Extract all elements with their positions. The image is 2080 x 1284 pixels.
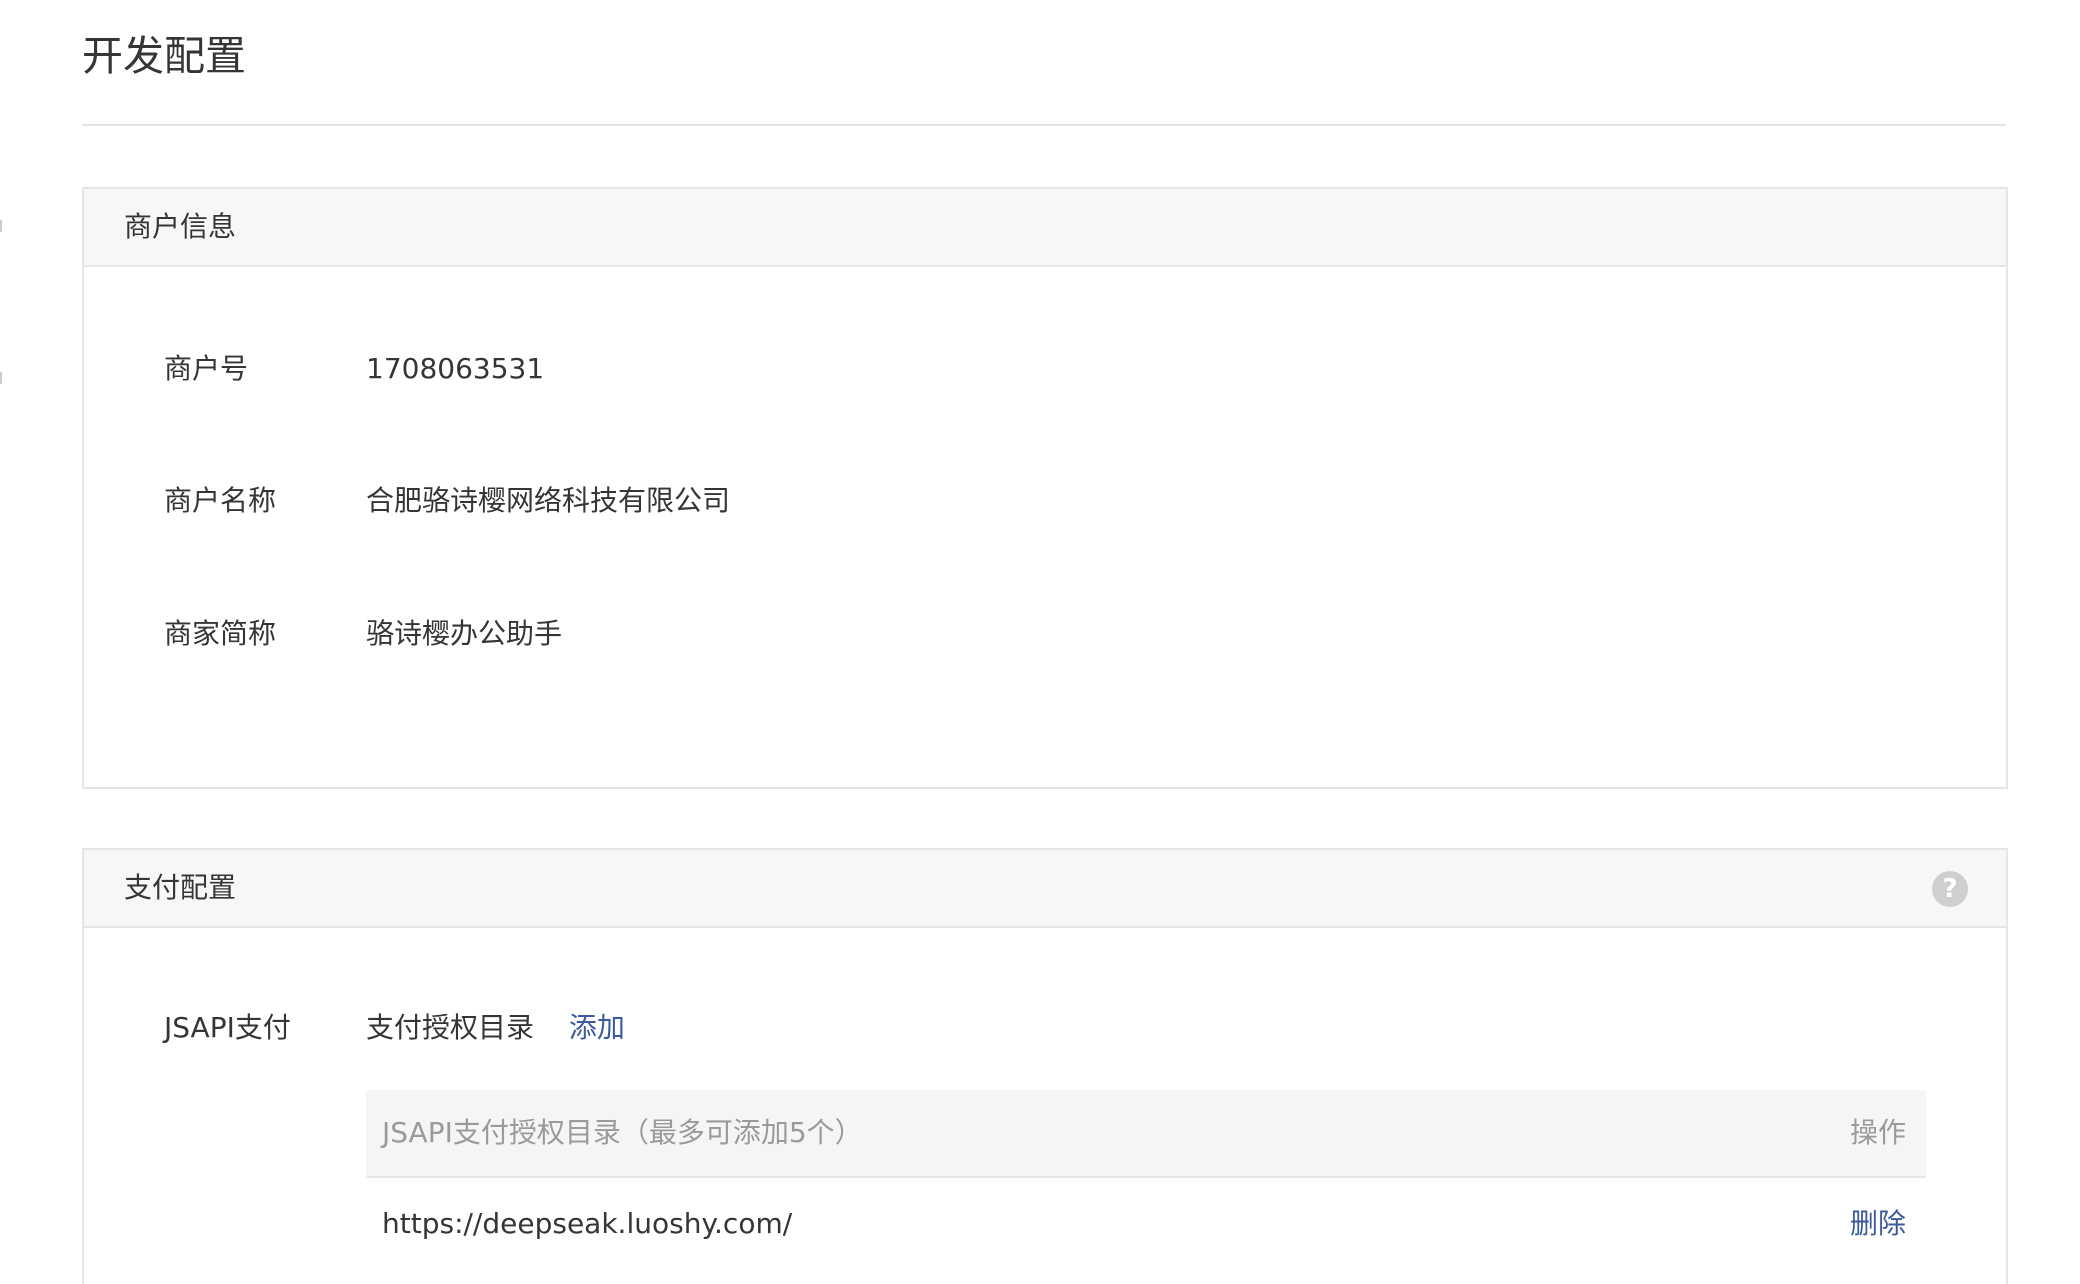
merchant-name-label: 商户名称 xyxy=(164,484,277,517)
merchant-name-value: 合肥骆诗樱网络科技有限公司 xyxy=(366,484,731,517)
jsapi-dir-table: JSAPI支付授权目录（最多可添加5个） 操作 https://deepseak… xyxy=(366,1090,1926,1284)
left-edge-mark xyxy=(0,220,2,232)
question-circle-icon[interactable]: ? xyxy=(1932,871,1968,907)
payment-config-header: 支付配置 ? xyxy=(84,850,2006,928)
payment-config-title: 支付配置 xyxy=(124,871,237,904)
jsapi-dir-line: 支付授权目录 添加 xyxy=(366,1008,625,1048)
column-header-action: 操作 xyxy=(1849,1116,1906,1149)
merchant-short-name-value: 骆诗樱办公助手 xyxy=(366,617,563,650)
add-dir-link[interactable]: 添加 xyxy=(569,1011,625,1044)
merchant-id-value: 1708063531 xyxy=(366,352,545,385)
column-header-dir: JSAPI支付授权目录（最多可添加5个） xyxy=(382,1116,863,1149)
table-row: https://deepseak.luoshy.com/ 删除 xyxy=(366,1178,1926,1284)
table-header: JSAPI支付授权目录（最多可添加5个） 操作 xyxy=(366,1090,1926,1178)
payment-config-panel: 支付配置 ? JSAPI支付 支付授权目录 添加 JSAPI支付授权目录（最多可… xyxy=(82,848,2008,1284)
delete-link[interactable]: 删除 xyxy=(1850,1170,1906,1278)
merchant-info-panel: 商户信息 商户号 1708063531 商户名称 合肥骆诗樱网络科技有限公司 商… xyxy=(82,187,2008,789)
page: 开发配置 商户信息 商户号 1708063531 商户名称 合肥骆诗樱网络科技有… xyxy=(0,0,2080,1284)
merchant-info-title: 商户信息 xyxy=(124,210,237,243)
jsapi-dir-label: 支付授权目录 xyxy=(366,1011,535,1044)
merchant-info-header: 商户信息 xyxy=(84,189,2006,267)
jsapi-label: JSAPI支付 xyxy=(164,1011,291,1044)
merchant-short-name-label: 商家简称 xyxy=(164,617,277,650)
title-divider xyxy=(82,124,2006,126)
page-title: 开发配置 xyxy=(82,32,246,80)
merchant-id-label: 商户号 xyxy=(164,352,249,385)
left-edge-mark xyxy=(0,372,2,384)
dir-url: https://deepseak.luoshy.com/ xyxy=(382,1207,793,1240)
